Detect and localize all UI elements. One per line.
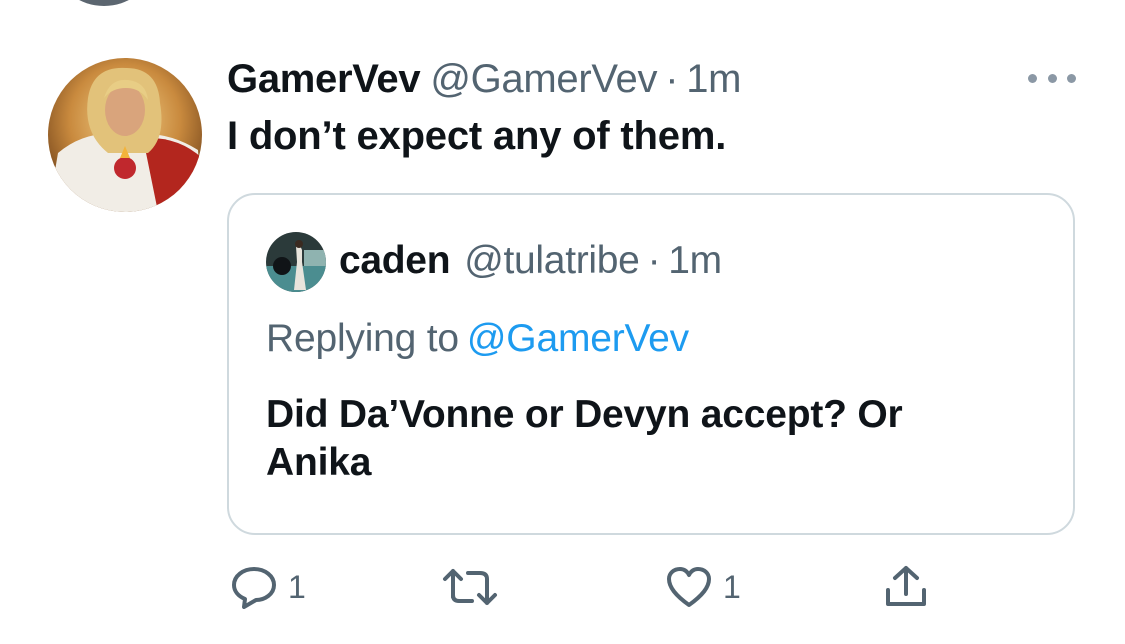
heart-icon: [665, 565, 713, 609]
reply-button[interactable]: 1: [230, 562, 306, 612]
user-handle[interactable]: @GamerVev: [430, 57, 657, 102]
author-avatar[interactable]: [48, 58, 202, 212]
tweet-text: I don’t expect any of them.: [227, 114, 727, 158]
quoted-author-avatar[interactable]: [266, 232, 326, 292]
share-button[interactable]: [882, 562, 930, 612]
reply-count: 1: [288, 568, 306, 605]
quoted-tweet-text: Did Da’Vonne or Devyn accept? Or Anika: [266, 391, 1026, 487]
separator-dot: ·: [665, 56, 679, 101]
quoted-tweet-card[interactable]: caden @tulatribe · 1m Replying to @GamerV…: [227, 193, 1075, 535]
quoted-user-handle[interactable]: @tulatribe: [464, 239, 640, 283]
quoted-text-line: Did Da’Vonne or Devyn accept? Or: [266, 393, 903, 436]
quoted-text-line: Anika: [266, 441, 372, 484]
more-options-icon[interactable]: [1028, 62, 1076, 94]
tweet-header: GamerVev @GamerVev · 1m: [227, 56, 741, 102]
timestamp[interactable]: 1m: [686, 57, 741, 102]
replying-to-line: Replying to @GamerVev: [266, 317, 689, 361]
quoted-display-name[interactable]: caden: [339, 239, 451, 283]
retweet-icon: [442, 565, 498, 609]
replying-to-mention[interactable]: @GamerVev: [467, 317, 689, 360]
like-count: 1: [723, 568, 741, 605]
retweet-button[interactable]: [442, 562, 498, 612]
display-name[interactable]: GamerVev: [227, 57, 421, 102]
previous-tweet-avatar: [58, 0, 150, 6]
quoted-tweet-header: caden @tulatribe · 1m: [339, 239, 722, 283]
like-button[interactable]: 1: [665, 562, 741, 612]
reply-icon: [230, 565, 278, 609]
separator-dot: ·: [647, 239, 661, 282]
replying-to-label: Replying to: [266, 317, 459, 360]
share-icon: [882, 564, 930, 610]
quoted-timestamp[interactable]: 1m: [668, 239, 722, 283]
